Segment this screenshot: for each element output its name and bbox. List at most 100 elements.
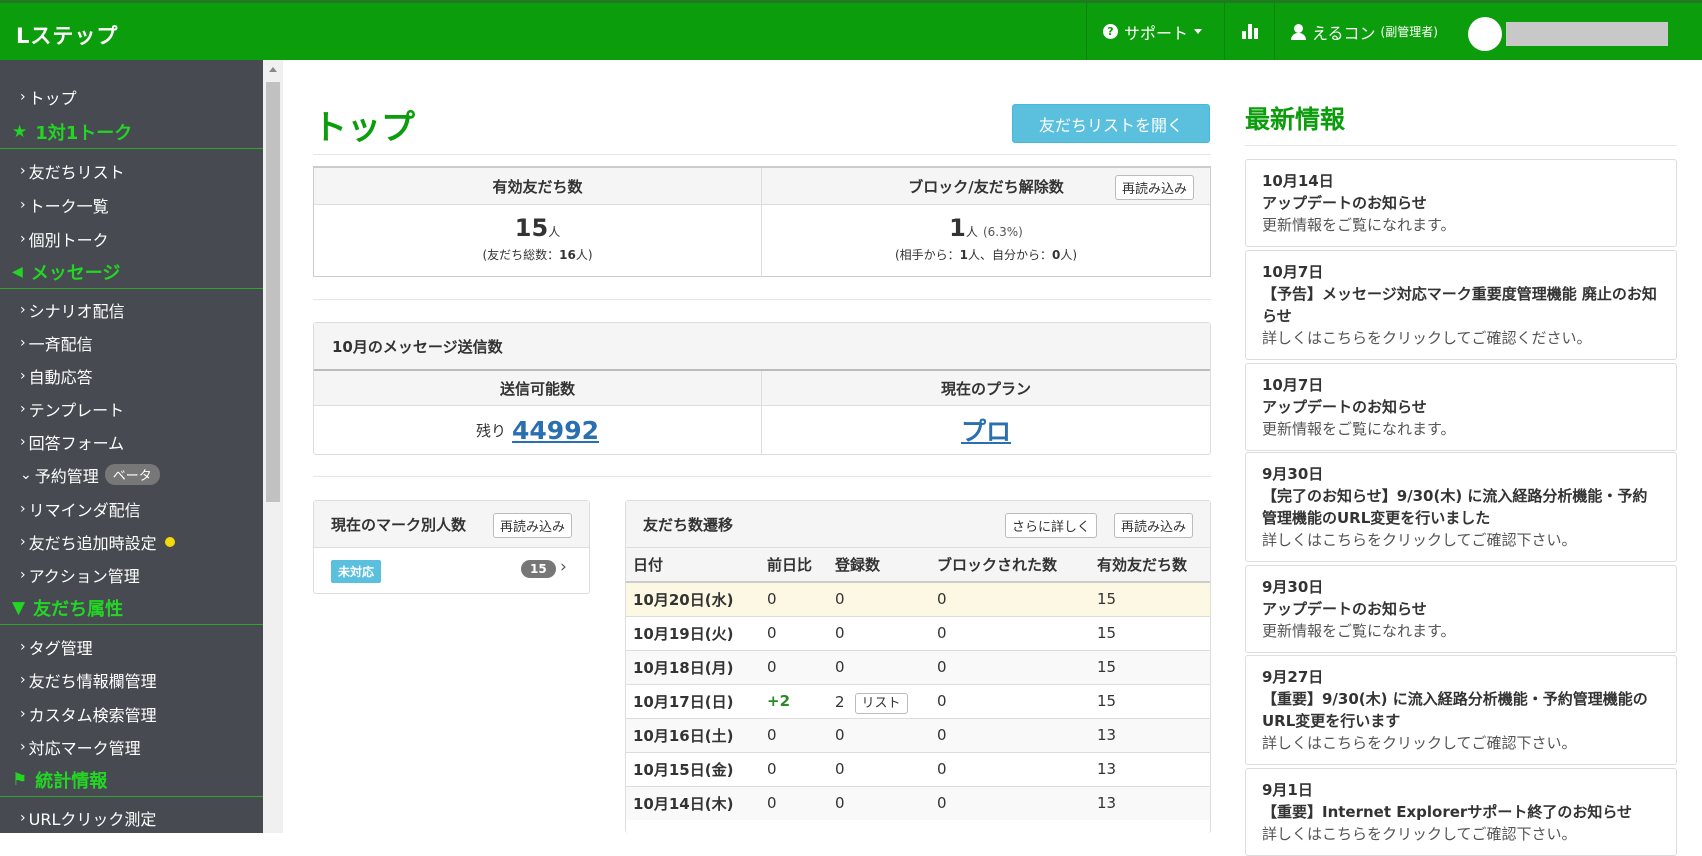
total-friends-note: (友だち総数：16人) [482, 248, 593, 262]
mark-row[interactable]: 未対応 15 › [314, 548, 589, 593]
sidebar-item[interactable]: › アクション管理 [0, 558, 263, 591]
sidebar-item-label: リマインダ配信 [28, 500, 141, 520]
question-icon: ? [1103, 24, 1118, 39]
table-cell: 13 [1090, 785, 1210, 820]
page-title: トップ [313, 108, 415, 148]
sidebar-section-label: 友だち属性 [33, 598, 124, 620]
remaining-count-link[interactable]: 44992 [512, 416, 599, 445]
sidebar-item[interactable]: › トーク一覧 [0, 188, 263, 221]
user-name: えるコン [1312, 23, 1376, 43]
sidebar-item[interactable]: ⌄ 予約管理 ベータ [0, 458, 263, 491]
column-header: 日付 [626, 548, 760, 583]
table-cell: 0 [828, 751, 930, 786]
sidebar-item[interactable]: › トップ [0, 80, 263, 113]
table-cell: 0 [930, 717, 1090, 752]
news-headline: 【重要】Internet Explorerサポート終了のお知らせ [1262, 803, 1633, 821]
table-row: 10月15日(金) 0 0 0 13 [626, 751, 1210, 786]
panel-title: 10月のメッセージ送信数 [314, 323, 1210, 371]
sidebar-item[interactable]: › カスタム検索管理 [0, 697, 263, 730]
sidebar-item[interactable]: › リマインダ配信 [0, 492, 263, 525]
sidebar-item-label: アクション管理 [28, 566, 140, 586]
news-item[interactable]: 9月1日 【重要】Internet Explorerサポート終了のお知らせ 詳しくは… [1245, 768, 1677, 856]
table-cell: 10月20日(水) [626, 581, 760, 616]
block-count-label: ブロック/友だち解除数 [908, 177, 1064, 196]
sidebar-item-label: トーク一覧 [28, 196, 109, 216]
news-date: 10月7日 [1262, 263, 1324, 281]
news-body: 詳しくはこちらをクリックしてご確認下さい。 [1262, 825, 1577, 843]
sidebar-item[interactable]: › 友だちリスト [0, 154, 263, 187]
friend-trend-panel: 友だち数遷移 さらに詳しく 再読み込み 日付 前日比 登録数 ブロックされた数 有効友だ… [625, 500, 1211, 833]
user-menu[interactable]: えるコン (副管理者) [1274, 3, 1454, 60]
table-cell: 0 [760, 751, 828, 786]
scrollbar-thumb[interactable] [266, 82, 280, 502]
column-header: 前日比 [760, 548, 828, 583]
news-item[interactable]: 9月30日 【完了のお知らせ】9/30(木) に流入経路分析機能・予約管理機能のU… [1245, 452, 1677, 562]
sidebar-item[interactable]: › テンプレート [0, 392, 263, 425]
sidebar-item-label: シナリオ配信 [28, 301, 125, 321]
news-date: 9月30日 [1262, 578, 1324, 596]
sidebar-item[interactable]: › URLクリック測定 [0, 801, 263, 834]
account-name-redacted [1506, 22, 1668, 46]
sidebar-section-label: 1対1トーク [35, 122, 133, 144]
news-headline: アップデートのお知らせ [1262, 600, 1427, 618]
chevron-right-icon: › [20, 738, 26, 755]
reload-button[interactable]: 再読み込み [492, 513, 572, 538]
news-date: 10月14日 [1262, 172, 1334, 190]
stats-button[interactable] [1224, 3, 1274, 60]
news-date: 9月27日 [1262, 668, 1324, 686]
table-cell: 10月17日(日) [626, 683, 760, 718]
support-label: サポート [1124, 23, 1189, 43]
table-row: 10月20日(水) 0 0 0 15 [626, 581, 1210, 616]
sidebar-item[interactable]: › 一斉配信 [0, 326, 263, 359]
open-friend-list-button[interactable]: 友だちリストを開く [1012, 104, 1210, 143]
divider [1245, 145, 1677, 146]
sidebar-item[interactable]: › シナリオ配信 [0, 293, 263, 326]
avatar[interactable] [1468, 17, 1502, 51]
friend-trend-table: 日付 前日比 登録数 ブロックされた数 有効友だち数 10月20日(水) 0 0 0 15 10月… [626, 548, 1210, 820]
support-menu[interactable]: ? サポート [1086, 3, 1224, 60]
table-cell: 0 [760, 649, 828, 684]
table-cell: 0 [930, 615, 1090, 650]
news-item[interactable]: 10月7日 アップデートのお知らせ 更新情報をご覧になれます。 [1245, 363, 1677, 451]
plan-label: 現在のプラン [940, 379, 1031, 398]
news-headline: 【重要】9/30(木) に流入経路分析機能・予約管理機能のURL変更を行います [1262, 690, 1648, 730]
sidebar-item[interactable]: › 回答フォーム [0, 425, 263, 458]
unit-label: 人 [965, 225, 978, 239]
chevron-right-icon: › [20, 301, 26, 318]
sidebar-item[interactable]: › 対応マーク管理 [0, 730, 263, 763]
sidebar-item-label: トップ [28, 88, 77, 108]
current-plan-link[interactable]: プロ [961, 412, 1011, 448]
block-percent: (6.3%) [982, 225, 1023, 239]
sidebar-item[interactable]: › タグ管理 [0, 630, 263, 663]
sidebar-scrollbar[interactable] [263, 60, 283, 833]
news-item[interactable]: 9月30日 アップデートのお知らせ 更新情報をご覧になれます。 [1245, 565, 1677, 653]
sidebar-item[interactable]: › 友だち情報欄管理 [0, 663, 263, 696]
block-count: 1 [949, 214, 966, 242]
news-title: 最新情報 [1245, 105, 1346, 134]
table-row: 10月17日(日) +2 2 リスト 0 15 [626, 683, 1210, 718]
sidebar-item[interactable]: › 友だち追加時設定 [0, 525, 263, 558]
news-item[interactable]: 10月7日 【予告】メッセージ対応マーク重要度管理機能 廃止のお知らせ 詳しくはこち… [1245, 250, 1677, 360]
news-item[interactable]: 10月14日 アップデートのお知らせ 更新情報をご覧になれます。 [1245, 159, 1677, 247]
reload-button[interactable]: 再読み込み [1114, 175, 1194, 200]
table-cell: 0 [760, 717, 828, 752]
table-cell: 13 [1090, 751, 1210, 786]
mark-tag: 未対応 [331, 560, 382, 583]
table-cell: 0 [930, 683, 1090, 718]
brand-logo[interactable]: Lステップ [16, 20, 118, 50]
sidebar-item-label: 友だちリスト [28, 162, 125, 182]
marks-panel: 現在のマーク別人数 再読み込み 未対応 15 › [313, 500, 590, 594]
reload-button[interactable]: 再読み込み [1113, 513, 1193, 538]
chevron-right-icon: › [20, 809, 26, 826]
news-body: 更新情報をご覧になれます。 [1262, 216, 1456, 234]
scroll-up-icon[interactable] [269, 67, 277, 72]
chevron-right-icon: › [560, 557, 567, 577]
sidebar-item[interactable]: › 個別トーク [0, 222, 263, 255]
sidebar-item-label: 友だち追加時設定 [28, 533, 157, 553]
table-cell: 0 [760, 785, 828, 820]
news-headline: 【予告】メッセージ対応マーク重要度管理機能 廃止のお知らせ [1262, 285, 1657, 325]
sidebar-item[interactable]: › 自動応答 [0, 359, 263, 392]
news-item[interactable]: 9月27日【重要】9/30(木) に流入経路分析機能・予約管理機能のURL変更を… [1245, 655, 1677, 765]
list-button[interactable]: リスト [854, 692, 908, 714]
more-details-button[interactable]: さらに詳しく [1004, 513, 1097, 538]
